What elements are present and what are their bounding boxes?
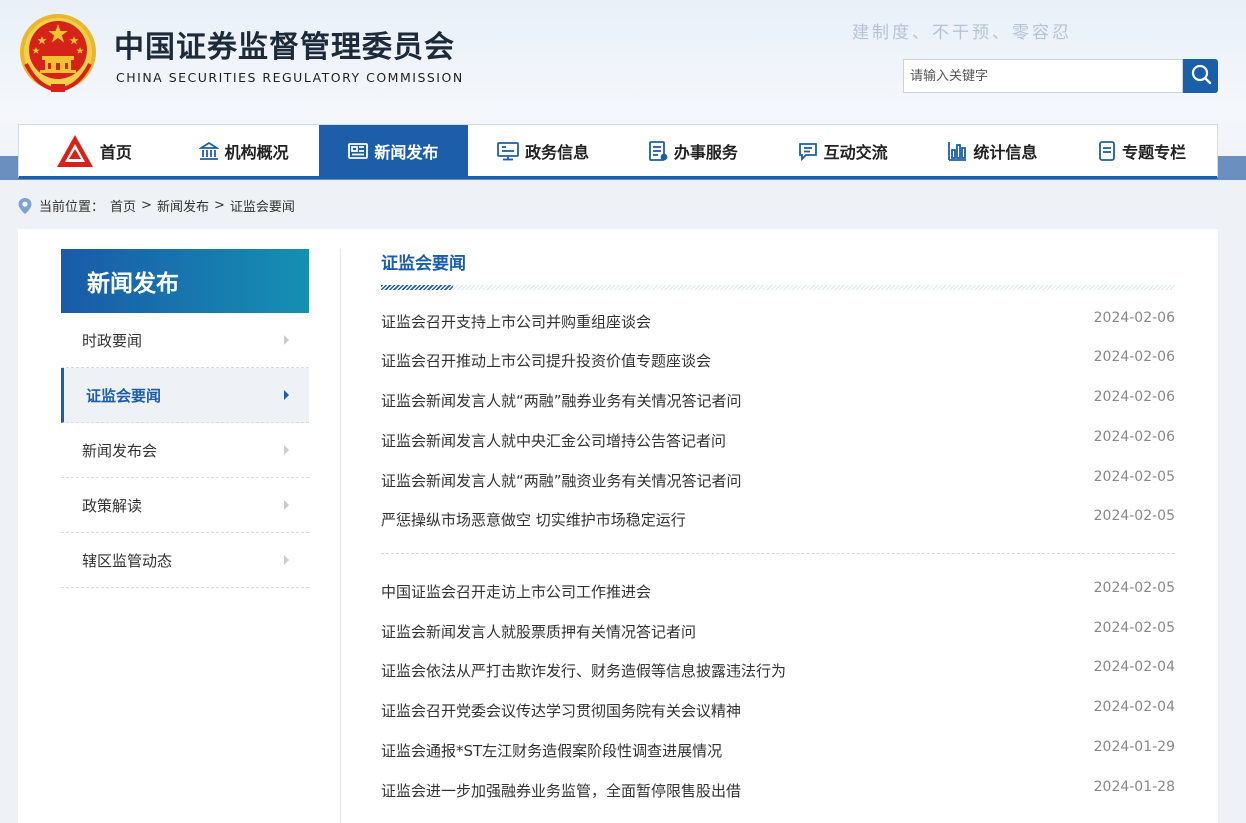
news-title[interactable]: 证监会召开支持上市公司并购重组座谈会 xyxy=(381,311,651,332)
sidebar-item-csrc-news[interactable]: 证监会要闻 xyxy=(61,368,309,423)
news-date: 2024-01-29 xyxy=(1093,739,1175,755)
news-title[interactable]: 证监会依法从严打击欺诈发行、财务造假等信息披露违法行为 xyxy=(381,660,786,681)
breadcrumb-home[interactable]: 首页 xyxy=(110,196,136,215)
news-date: 2024-02-05 xyxy=(1093,469,1175,485)
section-underline xyxy=(381,285,1175,290)
breadcrumb-separator: > xyxy=(141,198,152,213)
news-item[interactable]: 证监会新闻发言人就中央汇金公司增持公告答记者问 2024-02-06 xyxy=(381,428,1175,452)
news-item[interactable]: 证监会召开支持上市公司并购重组座谈会 2024-02-06 xyxy=(381,309,1175,333)
sidebar-item-label: 新闻发布会 xyxy=(82,441,158,460)
news-date: 2024-02-05 xyxy=(1093,508,1175,524)
news-item[interactable]: 严惩操纵市场恶意做空 切实维护市场稳定运行 2024-02-05 xyxy=(381,507,1175,531)
page-icon xyxy=(1098,140,1116,161)
sidebar-item-regional-supervision[interactable]: 辖区监管动态 xyxy=(61,533,309,588)
breadcrumb: 当前位置： 首页 > 新闻发布 > 证监会要闻 xyxy=(18,196,295,215)
news-title[interactable]: 证监会新闻发言人就“两融”融券业务有关情况答记者问 xyxy=(381,390,742,411)
monitor-icon xyxy=(497,141,520,161)
slogan: 建制度、不干预、零容忍 xyxy=(852,23,1072,43)
nav-label: 办事服务 xyxy=(673,142,738,162)
chevron-right-icon xyxy=(284,555,289,565)
news-icon xyxy=(348,142,369,160)
news-item[interactable]: 证监会依法从严打击欺诈发行、财务造假等信息披露违法行为 2024-02-04 xyxy=(381,658,1175,682)
nav-home[interactable]: 首页 xyxy=(19,125,169,176)
section-underline-accent xyxy=(381,285,453,290)
nav-label: 统计信息 xyxy=(973,142,1038,162)
news-item[interactable]: 证监会新闻发言人就股票质押有关情况答记者问 2024-02-05 xyxy=(381,619,1175,643)
chevron-right-icon xyxy=(284,390,289,400)
news-item[interactable]: 证监会召开推动上市公司提升投资价值专题座谈会 2024-02-06 xyxy=(381,348,1175,372)
news-date: 2024-02-04 xyxy=(1093,699,1175,715)
news-date: 2024-02-04 xyxy=(1093,659,1175,675)
chevron-right-icon xyxy=(284,335,289,345)
location-pin-icon xyxy=(18,197,32,214)
news-item[interactable]: 证监会新闻发言人就“两融”融资业务有关情况答记者问 2024-02-05 xyxy=(381,468,1175,492)
sidebar-item-label: 证监会要闻 xyxy=(86,386,162,405)
news-item[interactable]: 证监会通报*ST左江财务造假案阶段性调查进展情况 2024-01-29 xyxy=(381,738,1175,762)
news-item[interactable]: 证监会新闻发言人就“两融”融券业务有关情况答记者问 2024-02-06 xyxy=(381,388,1175,412)
nav-label: 新闻发布 xyxy=(374,142,439,162)
nav-statistics[interactable]: 统计信息 xyxy=(918,125,1068,176)
institution-icon xyxy=(198,141,219,161)
chevron-right-icon xyxy=(284,445,289,455)
sidebar-item-press-conference[interactable]: 新闻发布会 xyxy=(61,423,309,478)
news-date: 2024-02-06 xyxy=(1093,389,1175,405)
news-title[interactable]: 证监会召开党委会议传达学习贯彻国务院有关会议精神 xyxy=(381,700,741,721)
news-date: 2024-02-05 xyxy=(1093,620,1175,636)
breadcrumb-news[interactable]: 新闻发布 xyxy=(157,196,209,215)
chat-icon xyxy=(798,141,818,161)
news-title[interactable]: 证监会通报*ST左江财务造假案阶段性调查进展情况 xyxy=(381,740,722,761)
breadcrumb-separator: > xyxy=(213,198,225,213)
sidebar-item-label: 政策解读 xyxy=(82,496,143,515)
news-title[interactable]: 证监会新闻发言人就“两融”融资业务有关情况答记者问 xyxy=(381,470,742,491)
news-title[interactable]: 证监会进一步加强融券业务监管，全面暂停限售股出借 xyxy=(381,780,741,801)
column-divider xyxy=(340,249,341,823)
chart-icon xyxy=(947,141,967,161)
main-nav: 首页 机构概况 新闻发布 政务信息 办事服务 互动交流 统计信息 专题专栏 xyxy=(18,124,1218,179)
nav-institution[interactable]: 机构概况 xyxy=(169,125,319,176)
site-subtitle: CHINA SECURITIES REGULATORY COMMISSION xyxy=(116,70,464,85)
nav-label: 专题专栏 xyxy=(1122,142,1187,162)
news-title[interactable]: 证监会新闻发言人就股票质押有关情况答记者问 xyxy=(381,621,696,642)
news-date: 2024-02-06 xyxy=(1093,429,1175,445)
section-title: 证监会要闻 xyxy=(381,254,466,274)
search-input[interactable] xyxy=(903,59,1183,93)
news-group-divider xyxy=(381,553,1175,554)
nav-interaction[interactable]: 互动交流 xyxy=(768,125,918,176)
news-date: 2024-02-06 xyxy=(1093,310,1175,326)
site-title: 中国证券监督管理委员会 xyxy=(114,30,455,65)
news-title[interactable]: 中国证监会召开走访上市公司工作推进会 xyxy=(381,581,651,602)
news-item[interactable]: 证监会进一步加强融券业务监管，全面暂停限售股出借 2024-01-28 xyxy=(381,778,1175,802)
search-icon xyxy=(1190,63,1212,89)
nav-label: 互动交流 xyxy=(823,142,888,162)
sidebar-item-current-affairs[interactable]: 时政要闻 xyxy=(61,313,309,368)
nav-news[interactable]: 新闻发布 xyxy=(318,125,469,176)
logo-icon xyxy=(56,134,94,168)
sidebar-item-label: 时政要闻 xyxy=(82,331,143,350)
sidebar-menu: 时政要闻 证监会要闻 新闻发布会 政策解读 辖区监管动态 xyxy=(61,313,309,588)
search-button[interactable] xyxy=(1183,59,1218,93)
news-title[interactable]: 严惩操纵市场恶意做空 切实维护市场稳定运行 xyxy=(381,509,686,530)
content-panel: 新闻发布 时政要闻 证监会要闻 新闻发布会 政策解读 辖区监管动态 证监会要闻 … xyxy=(18,229,1218,823)
news-title[interactable]: 证监会召开推动上市公司提升投资价值专题座谈会 xyxy=(381,350,711,371)
sidebar-item-label: 辖区监管动态 xyxy=(82,551,173,570)
nav-label: 机构概况 xyxy=(224,142,289,162)
news-date: 2024-02-06 xyxy=(1093,349,1175,365)
document-icon xyxy=(648,140,668,161)
sidebar-item-policy-interpretation[interactable]: 政策解读 xyxy=(61,478,309,533)
nav-label: 政务信息 xyxy=(525,142,590,162)
nav-government-info[interactable]: 政务信息 xyxy=(468,125,618,176)
nav-services[interactable]: 办事服务 xyxy=(618,125,768,176)
news-item[interactable]: 中国证监会召开走访上市公司工作推进会 2024-02-05 xyxy=(381,579,1175,603)
national-emblem-icon xyxy=(18,12,98,94)
news-title[interactable]: 证监会新闻发言人就中央汇金公司增持公告答记者问 xyxy=(381,430,726,451)
news-date: 2024-01-28 xyxy=(1093,779,1175,795)
breadcrumb-current: 证监会要闻 xyxy=(229,200,295,215)
news-item[interactable]: 证监会召开党委会议传达学习贯彻国务院有关会议精神 2024-02-04 xyxy=(381,698,1175,722)
nav-label: 首页 xyxy=(99,142,132,162)
chevron-right-icon xyxy=(284,500,289,510)
news-date: 2024-02-05 xyxy=(1093,580,1175,596)
sidebar-title: 新闻发布 xyxy=(61,249,309,313)
breadcrumb-prefix: 当前位置： xyxy=(39,200,105,215)
nav-special-topics[interactable]: 专题专栏 xyxy=(1067,125,1217,176)
